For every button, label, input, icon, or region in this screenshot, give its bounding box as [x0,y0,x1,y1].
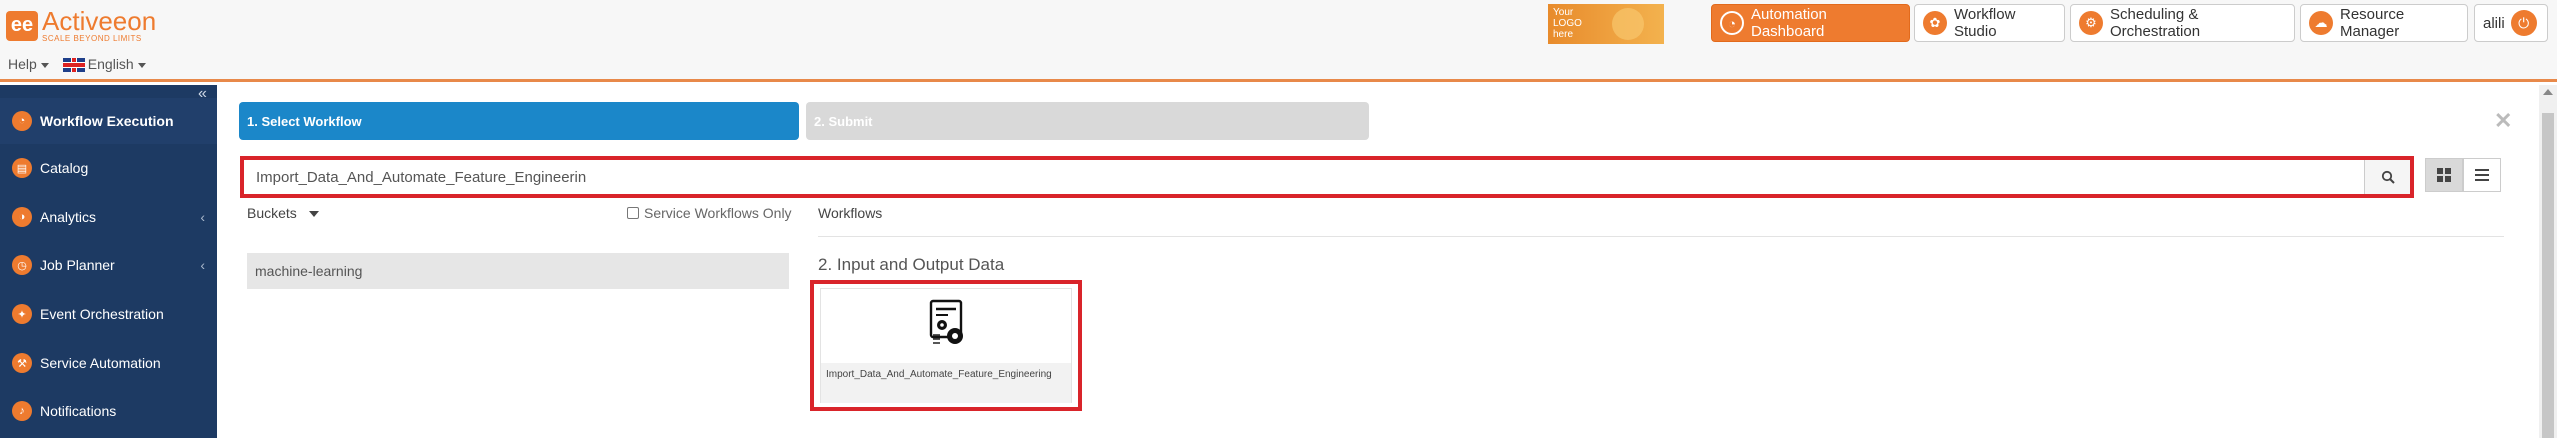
sidebar-item-label: Notifications [40,403,117,419]
service-icon: ⚒ [12,353,32,373]
grid-icon [2437,168,2451,182]
sidebar-item-workflow-execution[interactable]: ◔ Workflow Execution [0,98,217,144]
buckets-label: Buckets [247,205,297,221]
custom-logo-text: Your LOGO here [1553,7,1582,40]
nav-workflow-studio[interactable]: ✿ Workflow Studio [1914,4,2065,42]
brand-logo[interactable]: ee Activeeon SCALE BEYOND LIMITS [6,8,156,43]
workflow-group-title: 2. Input and Output Data [818,255,1005,274]
brand-name: Activeeon [42,6,157,36]
sidebar-item-event-orchestration[interactable]: ✦ Event Orchestration [0,291,217,337]
nav-label: Scheduling & Orchestration [2110,6,2201,40]
bucket-item-machine-learning[interactable]: machine-learning [247,253,789,289]
service-only-label: Service Workflows Only [644,205,792,221]
workflow-card-name: Import_Data_And_Automate_Feature_Enginee… [821,363,1071,403]
logo-globe-icon [1612,8,1644,40]
sidebar-item-job-planner[interactable]: ◷ Job Planner ‹ [0,242,217,288]
language-menu[interactable]: English [62,56,146,73]
sidebar-item-notifications[interactable]: ♪ Notifications [0,388,217,434]
workflow-studio-icon: ✿ [1923,11,1947,35]
bell-icon: ♪ [12,401,32,421]
analytics-icon: ◑ [12,207,32,227]
grid-view-button[interactable] [2425,158,2463,192]
chevron-down-icon [40,62,49,68]
chevron-down-icon [308,211,319,218]
scrollbar-thumb[interactable] [2542,113,2554,438]
service-workflows-filter[interactable]: Service Workflows Only [627,205,792,221]
step-select-workflow[interactable]: 1. Select Workflow [239,102,799,140]
vertical-scrollbar[interactable] [2539,85,2557,438]
top-header: ee Activeeon SCALE BEYOND LIMITS Help En… [0,0,2557,82]
search-icon [2381,170,2395,184]
sidebar: « ◔ Workflow Execution ▤ Catalog ◑ Analy… [0,85,217,438]
buckets-sort[interactable]: Buckets [247,205,319,221]
nav-scheduling-orchestration[interactable]: ⚙ Scheduling & Orchestration [2070,4,2295,42]
cloud-icon: ☁ [2309,11,2333,35]
chevron-left-icon: ‹ [200,257,205,273]
custom-logo-placeholder: Your LOGO here [1548,4,1664,44]
uk-flag-icon [62,58,85,73]
search-button[interactable] [2364,160,2410,194]
brand-tagline: SCALE BEYOND LIMITS [42,34,142,43]
sidebar-item-analytics[interactable]: ◑ Analytics ‹ [0,194,217,240]
sidebar-item-service-automation[interactable]: ⚒ Service Automation [0,340,217,386]
chevron-down-icon [137,62,146,68]
catalog-icon: ▤ [12,158,32,178]
divider [818,236,2504,237]
sidebar-item-label: Analytics [40,209,97,225]
close-icon[interactable]: ✕ [2494,108,2512,134]
username: alili [2483,14,2505,32]
language-label: English [87,56,134,72]
nav-automation-dashboard[interactable]: ◔ Automation Dashboard [1711,4,1910,42]
scheduler-icon: ⚙ [2079,11,2103,35]
list-icon [2475,169,2489,181]
list-view-button[interactable] [2463,158,2501,192]
scroll-up-arrow-icon[interactable] [2543,89,2553,95]
gauge-icon: ◔ [12,111,32,131]
step-submit[interactable]: 2. Submit [806,102,1369,140]
view-toggle [2425,158,2501,192]
workflows-label: Workflows [818,205,883,221]
sidebar-item-label: Catalog [40,160,89,176]
help-label: Help [8,56,37,73]
help-menu[interactable]: Help [8,56,49,72]
workflow-card[interactable]: Import_Data_And_Automate_Feature_Enginee… [810,280,1082,411]
sidebar-item-label: Job Planner [40,257,115,273]
nav-label: Resource Manager [2340,6,2405,40]
brand-mark-icon: ee [6,10,38,41]
sidebar-item-label: Service Automation [40,355,161,371]
chevron-left-icon: ‹ [200,209,205,225]
nav-label: Automation Dashboard [1751,6,1827,40]
event-icon: ✦ [12,304,32,324]
dashboard-gauge-icon: ◔ [1720,11,1744,35]
sidebar-item-catalog[interactable]: ▤ Catalog [0,145,217,191]
service-only-checkbox[interactable] [627,207,639,219]
user-menu[interactable]: alili ⏻ [2474,4,2548,42]
workflow-gears-icon [929,299,963,344]
logout-icon[interactable]: ⏻ [2510,10,2537,36]
clock-icon: ◷ [12,255,32,275]
sidebar-item-label: Workflow Execution [40,113,174,129]
sidebar-item-label: Event Orchestration [40,306,164,322]
nav-label: Workflow Studio [1954,6,2016,40]
workflow-search [240,156,2414,198]
search-input[interactable] [256,165,2356,189]
nav-resource-manager[interactable]: ☁ Resource Manager [2300,4,2468,42]
